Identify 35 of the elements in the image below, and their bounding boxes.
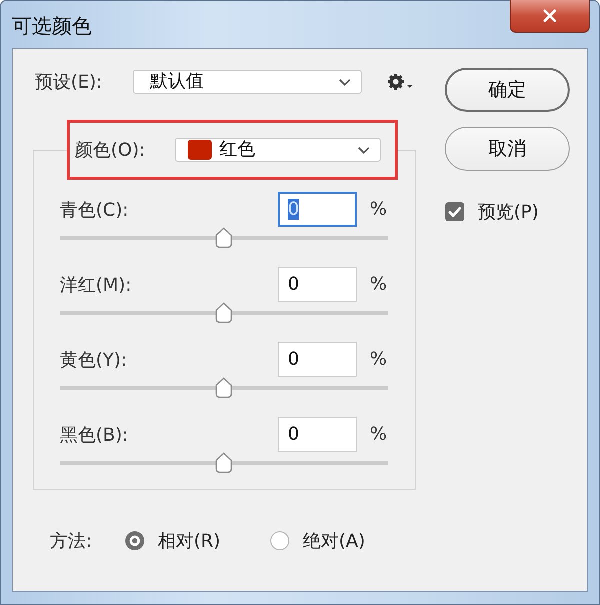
unit-label: % <box>370 349 388 370</box>
checkbox[interactable] <box>445 202 465 222</box>
radio-label: 绝对(A) <box>303 530 366 553</box>
dialog-button[interactable]: 取消 <box>445 127 570 171</box>
slider-thumb[interactable] <box>215 377 233 399</box>
chevron-down-icon <box>339 78 351 86</box>
radio-button[interactable] <box>125 531 145 551</box>
color-dropdown[interactable]: 红色 <box>174 138 381 162</box>
channel-label: 黄色(Y): <box>60 348 128 372</box>
input-field[interactable]: 0 <box>278 342 357 377</box>
window-title: 可选颜色 <box>12 13 92 40</box>
slider-thumb[interactable] <box>215 227 233 249</box>
close-icon <box>543 9 557 23</box>
slider-thumb[interactable] <box>215 452 233 474</box>
settings-icon[interactable] <box>388 74 414 90</box>
chevron-down-icon <box>358 146 370 154</box>
input-field[interactable]: 0 <box>278 267 357 302</box>
close-button[interactable] <box>510 0 590 33</box>
unit-label: % <box>370 424 388 445</box>
unit-label: % <box>370 274 388 295</box>
channel-label: 洋红(M): <box>60 274 133 296</box>
field-label: 预设(E): <box>35 71 104 94</box>
channel-label: 黑色(B): <box>60 424 130 446</box>
input-field[interactable]: 0 <box>278 192 357 227</box>
field-label: 方法: <box>50 530 94 553</box>
channel-label: 青色(C): <box>60 198 130 222</box>
input-field[interactable]: 0 <box>278 417 357 452</box>
field-label: 颜色(O): <box>75 139 146 162</box>
radio-label: 相对(R) <box>158 530 221 553</box>
checkbox-label: 预览(P) <box>478 201 539 224</box>
unit-label: % <box>370 199 388 220</box>
dialog-button[interactable]: 确定 <box>445 68 570 112</box>
radio-button[interactable] <box>270 531 290 551</box>
slider-thumb[interactable] <box>215 302 233 324</box>
preset-dropdown[interactable]: 默认值 <box>133 70 362 94</box>
